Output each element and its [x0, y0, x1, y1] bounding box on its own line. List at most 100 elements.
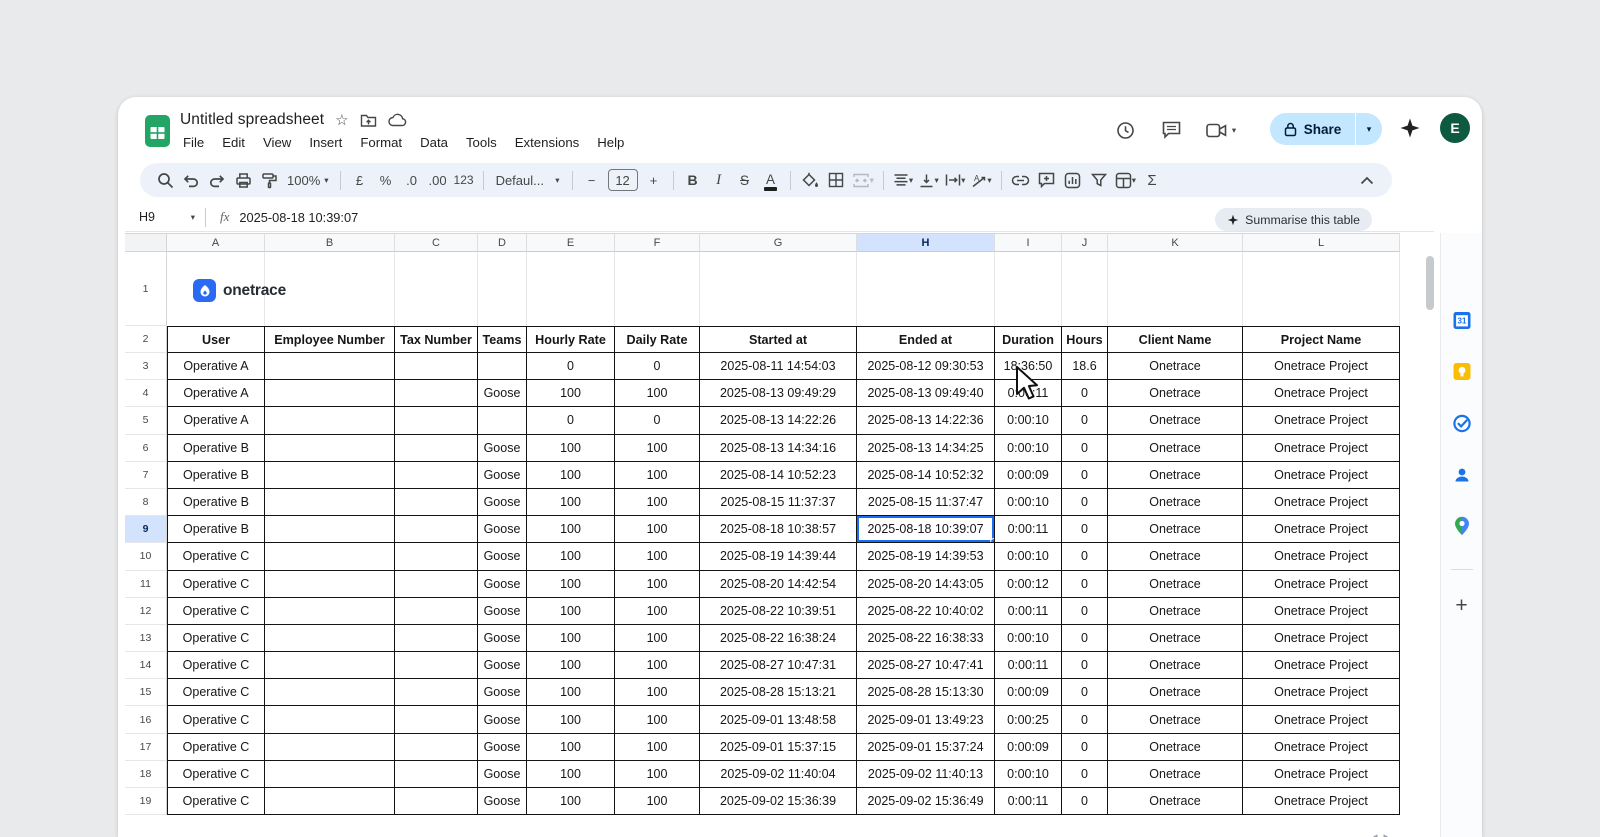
- header-cell-I2[interactable]: Duration: [995, 326, 1062, 353]
- cell-I7[interactable]: 0:00:09: [995, 461, 1062, 489]
- cell-H16[interactable]: 2025-09-01 13:49:23: [857, 706, 995, 734]
- cell-C9[interactable]: [395, 516, 478, 544]
- cell-A17[interactable]: Operative C: [167, 733, 265, 761]
- cell-G16[interactable]: 2025-09-01 13:48:58: [700, 706, 857, 734]
- cell-A19[interactable]: Operative C: [167, 788, 265, 816]
- cell-D12[interactable]: Goose: [478, 597, 527, 625]
- cell-H13[interactable]: 2025-08-22 16:38:33: [857, 624, 995, 653]
- column-header-D[interactable]: D: [478, 233, 527, 252]
- create-filter-icon[interactable]: [1086, 167, 1112, 193]
- cell-B11[interactable]: [265, 570, 395, 598]
- cell-C7[interactable]: [395, 461, 478, 489]
- decrease-font-size-button[interactable]: −: [579, 167, 605, 193]
- cell-I15[interactable]: 0:00:09: [995, 679, 1062, 707]
- cell-H19[interactable]: 2025-09-02 15:36:49: [857, 788, 995, 816]
- version-history-icon[interactable]: [1112, 117, 1138, 143]
- cell-B16[interactable]: [265, 706, 395, 734]
- row-header-2[interactable]: 2: [125, 326, 167, 353]
- row-header-15[interactable]: 15: [125, 679, 167, 707]
- cell-H18[interactable]: 2025-09-02 11:40:13: [857, 760, 995, 788]
- cell-I14[interactable]: 0:00:11: [995, 652, 1062, 680]
- cell-G14[interactable]: 2025-08-27 10:47:31: [700, 652, 857, 680]
- cell-L15[interactable]: Onetrace Project: [1243, 679, 1400, 707]
- font-size-input[interactable]: 12: [607, 169, 638, 191]
- column-header-K[interactable]: K: [1108, 233, 1243, 252]
- cell-I1[interactable]: [995, 252, 1062, 326]
- cell-K17[interactable]: Onetrace: [1108, 733, 1243, 761]
- cell-K10[interactable]: Onetrace: [1108, 543, 1243, 571]
- cell-E14[interactable]: 100: [527, 652, 615, 680]
- cell-K7[interactable]: Onetrace: [1108, 461, 1243, 489]
- cell-A13[interactable]: Operative C: [167, 624, 265, 653]
- cell-A3[interactable]: Operative A: [167, 353, 265, 381]
- row-header-19[interactable]: 19: [125, 788, 167, 816]
- summarise-table-button[interactable]: Summarise this table: [1215, 208, 1372, 231]
- insert-comment-icon[interactable]: [1034, 167, 1060, 193]
- cell-C10[interactable]: [395, 543, 478, 571]
- cell-H11[interactable]: 2025-08-20 14:43:05: [857, 570, 995, 598]
- cell-K14[interactable]: Onetrace: [1108, 652, 1243, 680]
- cell-A6[interactable]: Operative B: [167, 434, 265, 462]
- cell-F15[interactable]: 100: [615, 679, 700, 707]
- cell-J16[interactable]: 0: [1062, 706, 1108, 734]
- cell-B18[interactable]: [265, 760, 395, 788]
- cell-I8[interactable]: 0:00:10: [995, 488, 1062, 517]
- cell-D1[interactable]: [478, 252, 527, 326]
- cell-J6[interactable]: 0: [1062, 434, 1108, 462]
- strikethrough-button[interactable]: S: [732, 167, 758, 193]
- cell-B9[interactable]: [265, 516, 395, 544]
- fill-handle[interactable]: [990, 538, 994, 543]
- cell-B6[interactable]: [265, 434, 395, 462]
- cell-D6[interactable]: Goose: [478, 434, 527, 462]
- cell-C3[interactable]: [395, 353, 478, 381]
- cell-E18[interactable]: 100: [527, 760, 615, 788]
- cell-E19[interactable]: 100: [527, 788, 615, 816]
- cell-F4[interactable]: 100: [615, 380, 700, 408]
- share-button[interactable]: Share ▾: [1270, 113, 1382, 145]
- header-cell-E2[interactable]: Hourly Rate: [527, 326, 615, 353]
- calendar-icon[interactable]: 31: [1452, 311, 1471, 335]
- cell-I19[interactable]: 0:00:11: [995, 788, 1062, 816]
- cell-C13[interactable]: [395, 624, 478, 653]
- cell-C19[interactable]: [395, 788, 478, 816]
- column-header-J[interactable]: J: [1062, 233, 1108, 252]
- cell-F9[interactable]: 100: [615, 516, 700, 544]
- cell-G13[interactable]: 2025-08-22 16:38:24: [700, 624, 857, 653]
- cell-F13[interactable]: 100: [615, 624, 700, 653]
- header-cell-G2[interactable]: Started at: [700, 326, 857, 353]
- cell-D8[interactable]: Goose: [478, 488, 527, 517]
- cell-A7[interactable]: Operative B: [167, 461, 265, 489]
- cell-C18[interactable]: [395, 760, 478, 788]
- cell-J5[interactable]: 0: [1062, 407, 1108, 435]
- merge-cells-icon[interactable]: ▾: [849, 167, 877, 193]
- name-box[interactable]: H9 ▾: [125, 210, 203, 224]
- cell-C14[interactable]: [395, 652, 478, 680]
- text-wrap-icon[interactable]: ▾: [942, 167, 968, 193]
- cell-L6[interactable]: Onetrace Project: [1243, 434, 1400, 462]
- row-header-3[interactable]: 3: [125, 353, 167, 381]
- italic-button[interactable]: I: [706, 167, 732, 193]
- cell-D16[interactable]: Goose: [478, 706, 527, 734]
- cell-C4[interactable]: [395, 380, 478, 408]
- header-cell-H2[interactable]: Ended at: [857, 326, 995, 353]
- borders-icon[interactable]: [823, 167, 849, 193]
- row-header-10[interactable]: 10: [125, 543, 167, 571]
- cell-I6[interactable]: 0:00:10: [995, 434, 1062, 462]
- row-header-9[interactable]: 9: [125, 516, 167, 544]
- cell-I11[interactable]: 0:00:12: [995, 570, 1062, 598]
- cell-D19[interactable]: Goose: [478, 788, 527, 816]
- cell-A11[interactable]: Operative C: [167, 570, 265, 598]
- cell-L12[interactable]: Onetrace Project: [1243, 597, 1400, 625]
- row-header-6[interactable]: 6: [125, 434, 167, 462]
- cell-J19[interactable]: 0: [1062, 788, 1108, 816]
- row-header-13[interactable]: 13: [125, 624, 167, 653]
- cell-C11[interactable]: [395, 570, 478, 598]
- star-icon[interactable]: ☆: [335, 113, 348, 128]
- tasks-icon[interactable]: [1452, 414, 1471, 438]
- insert-table-icon[interactable]: ▾: [1112, 167, 1139, 193]
- paint-format-icon[interactable]: [256, 167, 282, 193]
- cell-I17[interactable]: 0:00:09: [995, 733, 1062, 761]
- column-header-G[interactable]: G: [700, 233, 857, 252]
- header-cell-L2[interactable]: Project Name: [1243, 326, 1400, 353]
- cell-B13[interactable]: [265, 624, 395, 653]
